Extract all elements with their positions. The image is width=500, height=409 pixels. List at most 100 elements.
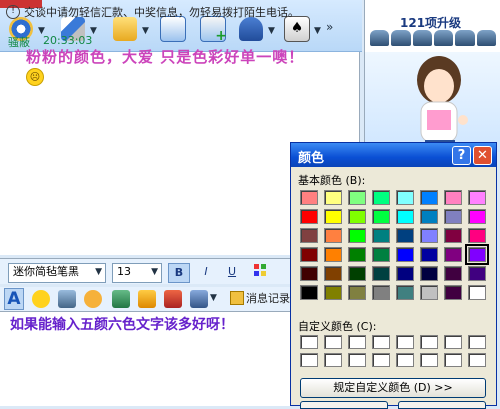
ok-button[interactable]	[300, 401, 388, 409]
custom-color-swatch[interactable]	[444, 335, 462, 349]
custom-color-swatch[interactable]	[396, 335, 414, 349]
font-size-select[interactable]: 13 ▼	[112, 263, 162, 283]
basic-color-swatch[interactable]	[444, 209, 462, 224]
basic-color-swatch[interactable]	[348, 285, 366, 300]
music-icon[interactable]	[138, 290, 156, 308]
basic-color-swatch[interactable]	[348, 190, 366, 205]
basic-color-swatch[interactable]	[444, 190, 462, 205]
basic-color-swatch[interactable]	[324, 247, 342, 262]
basic-color-swatch[interactable]	[468, 266, 486, 281]
basic-color-swatch[interactable]	[300, 190, 318, 205]
basic-color-swatch[interactable]	[348, 228, 366, 243]
custom-color-swatch[interactable]	[348, 335, 366, 349]
basic-color-swatch[interactable]	[324, 209, 342, 224]
basic-color-swatch[interactable]	[444, 266, 462, 281]
font-family-select[interactable]: 迷你简毡笔黑 ▼	[8, 263, 106, 283]
basic-color-swatch[interactable]	[420, 266, 438, 281]
basic-color-swatch[interactable]	[372, 247, 390, 262]
basic-color-swatch[interactable]	[444, 247, 462, 262]
basic-color-swatch[interactable]	[324, 190, 342, 205]
font-size-value: 13	[117, 265, 131, 278]
custom-color-swatch[interactable]	[324, 353, 342, 367]
chevron-down-icon: ▼	[95, 267, 102, 277]
shake-window-icon[interactable]	[84, 290, 102, 308]
basic-color-swatch[interactable]	[300, 228, 318, 243]
screenshot-icon[interactable]	[190, 290, 208, 308]
basic-color-swatch[interactable]	[420, 209, 438, 224]
basic-color-swatch[interactable]	[300, 247, 318, 262]
basic-color-swatch[interactable]	[372, 190, 390, 205]
custom-color-grid	[300, 333, 486, 369]
basic-color-swatch[interactable]	[372, 266, 390, 281]
basic-color-swatch[interactable]	[444, 285, 462, 300]
underline-button[interactable]: U	[222, 263, 242, 281]
basic-color-swatch[interactable]	[300, 266, 318, 281]
basic-color-grid	[300, 188, 489, 302]
ad-cars-image	[370, 30, 496, 46]
basic-color-swatch[interactable]	[468, 209, 486, 224]
basic-color-swatch[interactable]	[348, 209, 366, 224]
help-button[interactable]: ?	[452, 146, 471, 165]
custom-color-swatch[interactable]	[420, 353, 438, 367]
basic-color-swatch[interactable]	[324, 266, 342, 281]
custom-color-swatch[interactable]	[324, 335, 342, 349]
custom-color-swatch[interactable]	[420, 335, 438, 349]
basic-color-swatch[interactable]	[444, 228, 462, 243]
custom-color-swatch[interactable]	[372, 353, 390, 367]
emoticon-icon[interactable]	[32, 290, 50, 308]
basic-color-swatch[interactable]	[300, 285, 318, 300]
basic-color-swatch[interactable]	[324, 228, 342, 243]
custom-color-swatch[interactable]	[468, 335, 486, 349]
basic-color-swatch[interactable]	[372, 209, 390, 224]
send-file-dropdown-arrow[interactable]: ▼	[142, 26, 149, 36]
custom-color-swatch[interactable]	[468, 353, 486, 367]
id-card-dropdown-arrow[interactable]: ▼	[268, 26, 275, 36]
define-custom-colors-button[interactable]: 规定自定义颜色 (D) >>	[300, 378, 486, 398]
game-dropdown-arrow[interactable]: ▼	[314, 26, 321, 36]
basic-color-swatch[interactable]	[468, 190, 486, 205]
basic-color-swatch[interactable]	[420, 190, 438, 205]
custom-color-swatch[interactable]	[372, 335, 390, 349]
basic-color-swatch[interactable]	[300, 209, 318, 224]
basic-color-swatch[interactable]	[348, 247, 366, 262]
custom-color-swatch[interactable]	[444, 353, 462, 367]
custom-color-swatch[interactable]	[396, 353, 414, 367]
magic-face-icon[interactable]	[58, 290, 76, 308]
basic-color-swatch[interactable]	[324, 285, 342, 300]
bold-button[interactable]: B	[168, 263, 190, 283]
basic-color-swatch[interactable]	[372, 285, 390, 300]
basic-color-swatch[interactable]	[396, 209, 414, 224]
sad-face-icon: ☹	[26, 68, 44, 86]
message-history-button[interactable]: 消息记录	[230, 290, 290, 306]
screenshot-dropdown-arrow[interactable]: ▼	[210, 293, 217, 303]
basic-color-swatch[interactable]	[420, 285, 438, 300]
custom-color-swatch[interactable]	[348, 353, 366, 367]
basic-color-swatch[interactable]	[372, 228, 390, 243]
font-family-value: 迷你简毡笔黑	[13, 265, 79, 278]
info-icon: !	[6, 5, 20, 19]
cancel-button[interactable]	[398, 401, 486, 409]
italic-button[interactable]: I	[196, 263, 216, 281]
message-input-text: 如果能输入五颜六色文字该多好呀！	[10, 317, 234, 333]
basic-color-swatch[interactable]	[396, 266, 414, 281]
basic-color-swatch[interactable]	[420, 228, 438, 243]
basic-color-swatch[interactable]	[396, 247, 414, 262]
image-icon[interactable]	[112, 290, 130, 308]
folder-icon	[113, 17, 137, 41]
basic-color-swatch[interactable]	[396, 285, 414, 300]
basic-color-swatch[interactable]	[348, 266, 366, 281]
basic-color-swatch[interactable]	[396, 228, 414, 243]
qq-show-avatar-panel[interactable]	[364, 52, 500, 152]
gift-icon[interactable]	[164, 290, 182, 308]
basic-color-swatch[interactable]	[468, 228, 486, 243]
custom-color-swatch[interactable]	[300, 335, 318, 349]
basic-color-swatch[interactable]	[396, 190, 414, 205]
basic-color-swatch[interactable]	[468, 285, 486, 300]
more-tools-button[interactable]: »	[326, 20, 333, 34]
custom-color-swatch[interactable]	[300, 353, 318, 367]
basic-color-swatch[interactable]	[420, 247, 438, 262]
color-grid-button[interactable]	[250, 263, 270, 281]
basic-color-swatch[interactable]	[465, 244, 489, 265]
close-button[interactable]: ✕	[473, 146, 492, 165]
font-settings-button[interactable]: A	[4, 288, 24, 310]
